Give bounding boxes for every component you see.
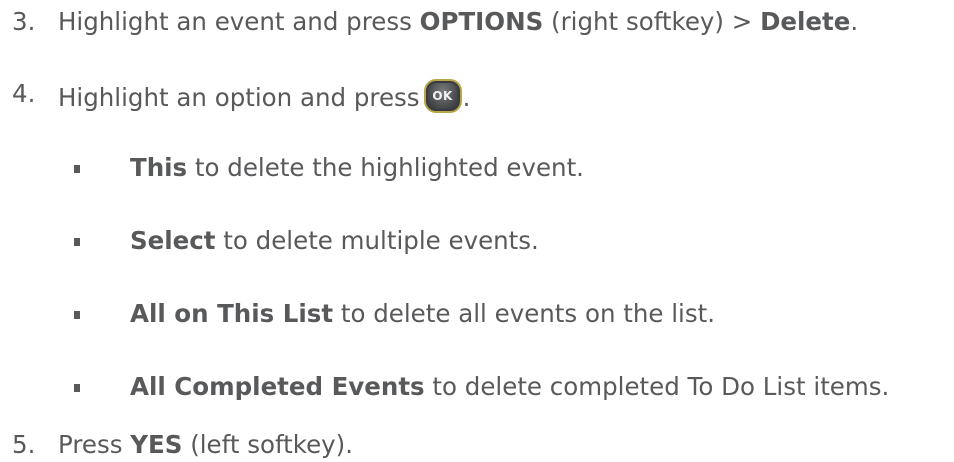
bullet-icon (74, 165, 80, 173)
option-name: This (130, 153, 188, 182)
delete-option-label: Delete (760, 7, 851, 36)
option-name: All on This List (130, 299, 334, 328)
step-number: 3. (12, 7, 36, 36)
step-text: Highlight an option and press OK. (58, 79, 470, 116)
option-description: to delete multiple events. (215, 226, 539, 255)
option-description: to delete completed To Do List items. (424, 372, 890, 401)
option-description: to delete all events on the list. (333, 299, 716, 328)
step-number: 5. (12, 430, 36, 459)
option-name: Select (130, 226, 216, 255)
ok-button-icon: OK (423, 79, 462, 113)
step-number: 4. (12, 79, 36, 108)
yes-softkey-label: YES (130, 430, 183, 459)
bullet-icon (74, 384, 80, 392)
step-text: Highlight an event and press OPTIONS (ri… (58, 7, 859, 36)
options-softkey-label: OPTIONS (419, 7, 544, 36)
step-text: Press YES (left softkey). (58, 430, 354, 459)
option-name: All Completed Events (130, 372, 425, 401)
bullet-icon (74, 238, 80, 246)
bullet-icon (74, 311, 80, 319)
option-description: to delete the highlighted event. (187, 153, 584, 182)
